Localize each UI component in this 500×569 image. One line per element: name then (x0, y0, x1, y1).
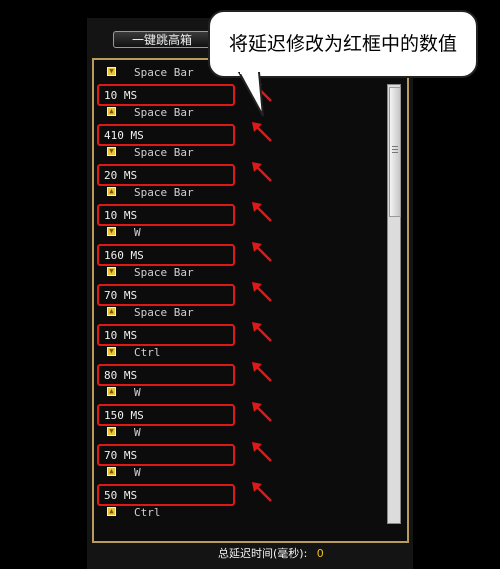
red-arrow-icon (252, 322, 272, 342)
grip-line (392, 149, 398, 150)
red-arrow-icon (252, 162, 272, 182)
key-up-icon: ▲ (107, 507, 116, 516)
delay-step-row[interactable]: 160 MS (97, 244, 390, 266)
key-step-row[interactable]: ▼ Space Bar (100, 144, 390, 164)
key-down-icon: ▼ (107, 147, 116, 156)
highlight-box (97, 84, 235, 106)
highlight-box (97, 284, 235, 306)
delay-step-row[interactable]: 10 MS (97, 324, 390, 346)
highlight-box (97, 404, 235, 426)
highlight-box (97, 124, 235, 146)
key-name: Space Bar (134, 146, 194, 159)
callout-bubble: 将延迟修改为红框中的数值 (208, 10, 478, 78)
key-up-icon: ▲ (107, 107, 116, 116)
red-arrow-icon (252, 482, 272, 502)
key-step-row[interactable]: ▼ Ctrl (100, 344, 390, 364)
macro-list-body: ▼ Space Bar 10 MS ▲ Space Bar 410 MS ▼ Space Ba… (97, 64, 390, 524)
highlight-box (97, 244, 235, 266)
red-arrow-icon (252, 402, 272, 422)
delay-step-row[interactable]: 410 MS (97, 124, 390, 146)
scrollbar-thumb[interactable] (389, 87, 401, 217)
key-down-icon: ▼ (107, 67, 116, 76)
key-name: Ctrl (134, 506, 161, 519)
key-down-icon: ▼ (107, 427, 116, 436)
key-up-icon: ▲ (107, 387, 116, 396)
key-name: Space Bar (134, 66, 194, 79)
key-up-icon: ▲ (107, 467, 116, 476)
red-arrow-icon (252, 242, 272, 262)
key-name: W (134, 466, 141, 479)
callout-tail (237, 72, 264, 117)
callout-text: 将延迟修改为红框中的数值 (228, 33, 457, 55)
delay-step-row[interactable]: 50 MS (97, 484, 390, 506)
delay-step-row[interactable]: 10 MS (97, 204, 390, 226)
key-step-row[interactable]: ▼ Space Bar (100, 264, 390, 284)
delay-step-row[interactable]: 70 MS (97, 444, 390, 466)
red-arrow-icon (252, 122, 272, 142)
delay-step-row[interactable]: 80 MS (97, 364, 390, 386)
key-step-row[interactable]: ▲ W (100, 464, 390, 484)
highlight-box (97, 164, 235, 186)
delay-step-row[interactable]: 150 MS (97, 404, 390, 426)
key-name: W (134, 426, 141, 439)
red-arrow-icon (252, 202, 272, 222)
red-arrow-icon (252, 362, 272, 382)
key-name: Ctrl (134, 346, 161, 359)
red-arrow-icon (252, 442, 272, 462)
delay-step-row[interactable]: 70 MS (97, 284, 390, 306)
total-delay-label: 总延迟时间(毫秒): (218, 547, 308, 560)
key-name: W (134, 386, 141, 399)
total-delay-value: 0 (316, 547, 324, 560)
key-name: Space Bar (134, 186, 194, 199)
highlight-box (97, 484, 235, 506)
red-arrow-icon (252, 282, 272, 302)
key-name: Space Bar (134, 106, 194, 119)
grip-line (392, 152, 398, 153)
key-step-row[interactable]: ▲ Space Bar (100, 304, 390, 324)
key-step-row[interactable]: ▲ Ctrl (100, 504, 390, 524)
vertical-scrollbar[interactable] (387, 84, 401, 524)
total-delay: 总延迟时间(毫秒): 0 (218, 545, 324, 561)
highlight-box (97, 204, 235, 226)
key-step-row[interactable]: ▲ W (100, 384, 390, 404)
key-step-row[interactable]: ▼ W (100, 224, 390, 244)
key-down-icon: ▼ (107, 267, 116, 276)
key-down-icon: ▼ (107, 227, 116, 236)
highlight-box (97, 364, 235, 386)
one-key-jump-button[interactable]: 一键跳高箱 (113, 31, 211, 48)
key-up-icon: ▲ (107, 307, 116, 316)
delay-step-row[interactable]: 20 MS (97, 164, 390, 186)
key-name: W (134, 226, 141, 239)
key-step-row[interactable]: ▼ W (100, 424, 390, 444)
key-step-row[interactable]: ▲ Space Bar (100, 184, 390, 204)
key-up-icon: ▲ (107, 187, 116, 196)
highlight-box (97, 324, 235, 346)
key-name: Space Bar (134, 266, 194, 279)
key-name: Space Bar (134, 306, 194, 319)
highlight-box (97, 444, 235, 466)
key-down-icon: ▼ (107, 347, 116, 356)
grip-line (392, 146, 398, 147)
